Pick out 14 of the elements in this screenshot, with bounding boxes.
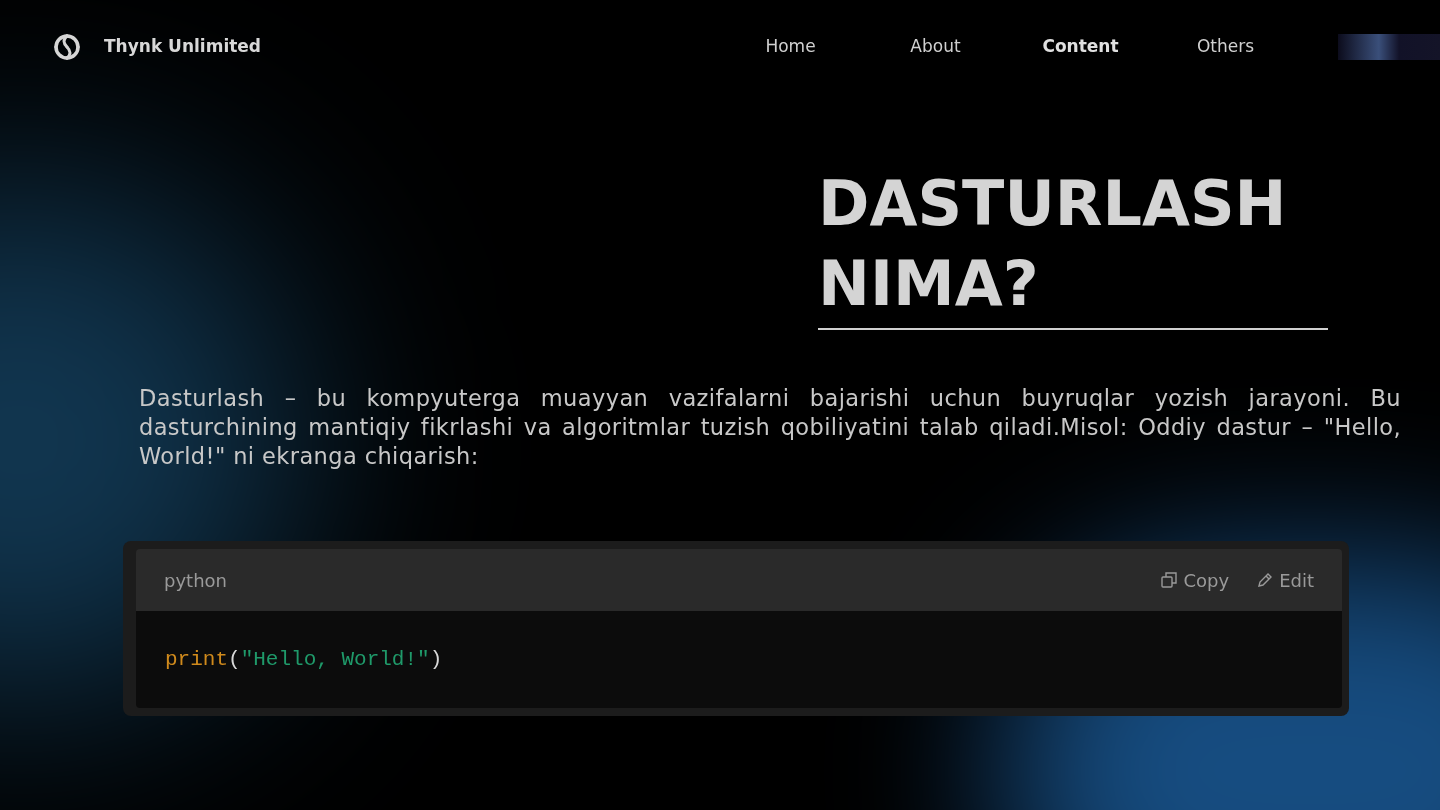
nav-link[interactable]: About bbox=[863, 34, 1008, 60]
brand-name: Thynk Unlimited bbox=[104, 35, 262, 59]
code-line: print("Hello, World!") bbox=[165, 646, 443, 673]
edit-button[interactable]: Edit bbox=[1257, 566, 1314, 594]
nav-link[interactable]: Others bbox=[1153, 34, 1298, 60]
nav-link[interactable]: Home bbox=[718, 34, 863, 60]
nav-link[interactable]: Content bbox=[1008, 34, 1153, 60]
pencil-icon bbox=[1257, 572, 1274, 588]
copy-button[interactable]: Copy bbox=[1161, 566, 1230, 594]
page-title: DASTURLASH NIMA? bbox=[818, 166, 1288, 322]
language-label: python bbox=[164, 568, 227, 593]
intro-paragraph: Dasturlash – bu kompyuterga muayyan vazifalarni bajarishi uchun buyruqlar yozish jarayoni. Bu dasturchining mantiqiy fikrlashi va algoritmlar tuzish qobiliyatini talab qiladi.Misol: Oddiy dastur – "Hello, World!" ni ekranga chiqarish: bbox=[139, 384, 1401, 471]
copy-icon bbox=[1161, 572, 1178, 588]
logo-icon bbox=[52, 32, 82, 62]
